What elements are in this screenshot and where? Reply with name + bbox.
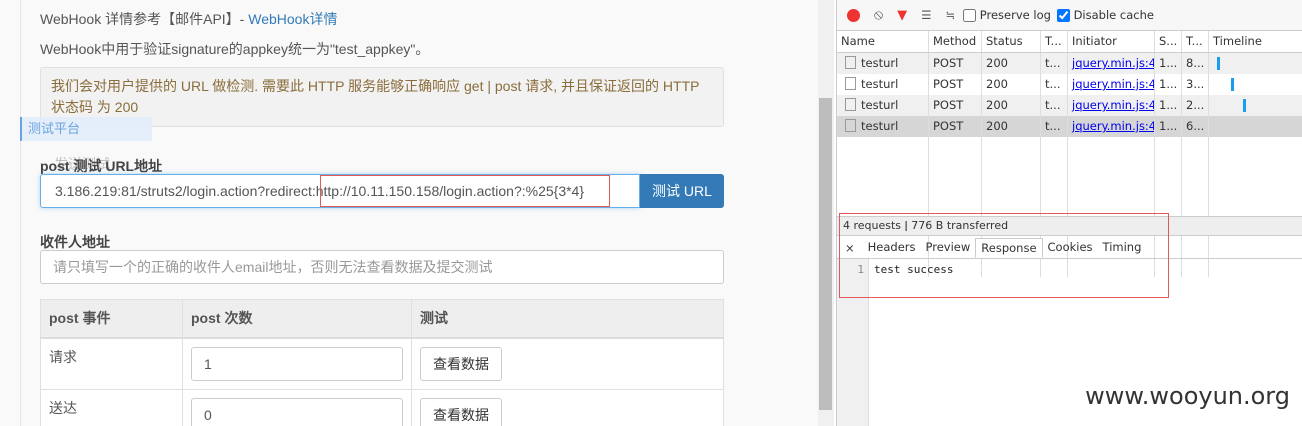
event-name: 送达 [40, 388, 183, 426]
webhook-reference: WebHook 详情参考【邮件API】- WebHook详情 [40, 9, 337, 29]
event-table: post 事件 post 次数 测试 请求 1 查看数据 送达 0 查看数据 [40, 299, 724, 426]
view-data-button[interactable]: 查看数据 [420, 346, 502, 381]
file-icon [845, 77, 856, 90]
timeline-bar [1243, 99, 1246, 112]
request-time: 8... [1182, 53, 1209, 74]
devtools-network-panel: ⦸ ▼ ☰ ≒ Preserve log Disable cache Name … [836, 0, 1302, 426]
test-cell: 查看数据 [411, 337, 724, 390]
count-cell: 1 [182, 337, 412, 390]
disable-cache-check[interactable] [1056, 9, 1070, 22]
request-row[interactable]: testurl POST 200 t... jquery.min.js:4 1.… [837, 74, 1302, 95]
request-name: testurl [861, 56, 899, 70]
request-method: POST [929, 74, 982, 95]
count-cell: 0 [182, 388, 412, 426]
count-input[interactable]: 1 [191, 346, 403, 381]
request-name: testurl [861, 77, 899, 91]
request-status: 200 [982, 116, 1041, 137]
header-event: post 事件 [40, 299, 183, 339]
count-input[interactable]: 0 [191, 397, 403, 426]
initiator-link[interactable]: jquery.min.js:4 [1072, 119, 1154, 133]
recipient-input[interactable]: 请只填写一个的正确的收件人email地址，否则无法查看数据及提交测试 [40, 250, 724, 284]
preserve-log-check[interactable] [963, 9, 977, 22]
file-icon [845, 98, 856, 111]
request-size: 1... [1155, 53, 1182, 74]
preserve-log-label: Preserve log [979, 8, 1051, 22]
preserve-log-checkbox[interactable]: Preserve log [963, 8, 1051, 22]
request-size: 1... [1155, 116, 1182, 137]
initiator-link[interactable]: jquery.min.js:4 [1072, 77, 1154, 91]
highlight-box [320, 175, 610, 207]
request-method: POST [929, 53, 982, 74]
header-test: 测试 [411, 299, 724, 339]
event-name: 请求 [40, 337, 183, 390]
url-label: post 测试 URL地址 [40, 158, 163, 174]
col-size[interactable]: S... [1155, 31, 1182, 52]
reference-text: WebHook 详情参考【邮件API】- [40, 11, 249, 27]
content-border [20, 0, 21, 426]
col-method[interactable]: Method [929, 31, 982, 52]
table-row: 送达 0 查看数据 [40, 388, 724, 426]
filter-icon[interactable]: ▼ [897, 8, 907, 23]
clear-icon[interactable]: ⦸ [874, 7, 883, 23]
request-row[interactable]: testurl POST 200 t... jquery.min.js:4 1.… [837, 95, 1302, 116]
sidebar-tab-test-platform[interactable]: 测试平台 [20, 117, 152, 141]
request-status: 200 [982, 74, 1041, 95]
appkey-note: WebHook中用于验证signature的appkey统一为"test_app… [40, 41, 430, 57]
request-type: t... [1041, 53, 1068, 74]
col-time[interactable]: T... [1182, 31, 1209, 52]
request-time: 2... [1182, 95, 1209, 116]
request-method: POST [929, 95, 982, 116]
request-time: 6... [1182, 116, 1209, 137]
request-name: testurl [861, 119, 899, 133]
overview-icon[interactable]: ≒ [945, 8, 955, 22]
col-name[interactable]: Name [837, 31, 929, 52]
table-header-row: post 事件 post 次数 测试 [40, 299, 724, 339]
webhook-page: WebHook 详情参考【邮件API】- WebHook详情 WebHook中用… [0, 0, 818, 426]
record-icon[interactable] [847, 8, 860, 22]
test-cell: 查看数据 [411, 388, 724, 426]
header-count: post 次数 [182, 299, 412, 339]
col-type[interactable]: T... [1041, 31, 1068, 52]
request-status: 200 [982, 95, 1041, 116]
table-row: 请求 1 查看数据 [40, 337, 724, 390]
request-type: t... [1041, 116, 1068, 137]
recipient-label: 收件人地址 [40, 234, 110, 250]
disable-cache-label: Disable cache [1073, 8, 1154, 22]
request-table-header: Name Method Status T... Initiator S... T… [837, 31, 1302, 53]
request-time: 3... [1182, 74, 1209, 95]
col-timeline[interactable]: Timeline [1209, 31, 1302, 52]
watermark: www.wooyun.org [1085, 382, 1290, 410]
webhook-detail-link[interactable]: WebHook详情 [248, 11, 337, 27]
view-data-button[interactable]: 查看数据 [420, 397, 502, 426]
file-icon [845, 56, 856, 69]
request-status: 200 [982, 53, 1041, 74]
request-row[interactable]: testurl POST 200 t... jquery.min.js:4 1.… [837, 116, 1302, 137]
request-size: 1... [1155, 95, 1182, 116]
highlight-box [839, 213, 1169, 298]
col-status[interactable]: Status [982, 31, 1041, 52]
request-type: t... [1041, 74, 1068, 95]
file-icon [845, 119, 856, 132]
network-toolbar: ⦸ ▼ ☰ ≒ Preserve log Disable cache [837, 0, 1302, 31]
timeline-bar [1217, 57, 1220, 70]
list-view-icon[interactable]: ☰ [921, 8, 931, 22]
timeline-bar [1231, 78, 1234, 91]
request-method: POST [929, 116, 982, 137]
request-type: t... [1041, 95, 1068, 116]
initiator-link[interactable]: jquery.min.js:4 [1072, 98, 1154, 112]
request-name: testurl [861, 98, 899, 112]
request-size: 1... [1155, 74, 1182, 95]
col-initiator[interactable]: Initiator [1068, 31, 1155, 52]
test-url-button[interactable]: 测试 URL [640, 174, 724, 208]
disable-cache-checkbox[interactable]: Disable cache [1056, 8, 1154, 22]
initiator-link[interactable]: jquery.min.js:4 [1072, 56, 1154, 70]
scrollbar-thumb[interactable] [819, 98, 832, 410]
request-row[interactable]: testurl POST 200 t... jquery.min.js:4 1.… [837, 53, 1302, 74]
